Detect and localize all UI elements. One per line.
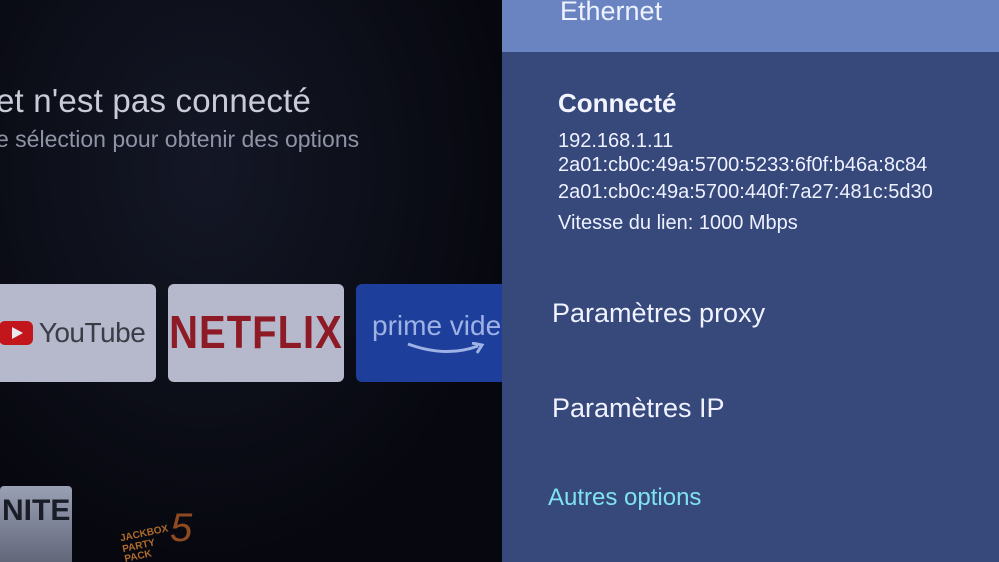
banner-subtitle: e sélection pour obtenir des options: [0, 126, 360, 152]
link-speed: Vitesse du lien: 1000 Mbps: [558, 212, 798, 234]
ipv6-address-2: 2a01:cb0c:49a:5700:440f:7a27:481c:5d30: [558, 181, 933, 203]
ipv6-address-1: 2a01:cb0c:49a:5700:5233:6f0f:b46a:8c84: [558, 154, 928, 176]
app-label-youtube: YouTube: [38, 317, 146, 348]
panel-title: Ethernet: [560, 0, 663, 26]
more-options-link[interactable]: Autres options: [548, 484, 701, 512]
connection-status: Connecté: [558, 88, 677, 118]
menu-item-ip-settings[interactable]: Paramètres IP: [552, 393, 725, 424]
app-label-netflix: NETFLIX: [169, 307, 343, 358]
app-tile-youtube[interactable]: YouTube: [0, 284, 156, 382]
menu-item-proxy-settings[interactable]: Paramètres proxy: [552, 298, 765, 329]
game-label-fortnite: NITE: [2, 494, 71, 527]
ethernet-settings-panel: Ethernet Connecté 192.168.1.11 2a01:cb0c…: [502, 0, 999, 562]
app-label-prime-video: prime vide: [372, 310, 502, 341]
banner-title: et n'est pas connecté: [0, 82, 312, 119]
home-screen: et n'est pas connecté e sélection pour o…: [0, 0, 512, 562]
game-tile-jackbox[interactable]: JACKBOX PARTY PACK 5: [108, 506, 208, 562]
game-tile-fortnite[interactable]: NITE: [0, 486, 72, 562]
game-number-jackbox: 5: [170, 506, 193, 550]
panel-header: Ethernet: [502, 0, 999, 52]
app-tile-netflix[interactable]: NETFLIX: [168, 284, 344, 382]
amazon-smile-icon: [407, 342, 485, 354]
ipv4-address: 192.168.1.11: [558, 130, 674, 152]
youtube-play-icon: [0, 321, 33, 345]
app-tile-prime-video[interactable]: prime vide: [356, 284, 512, 382]
